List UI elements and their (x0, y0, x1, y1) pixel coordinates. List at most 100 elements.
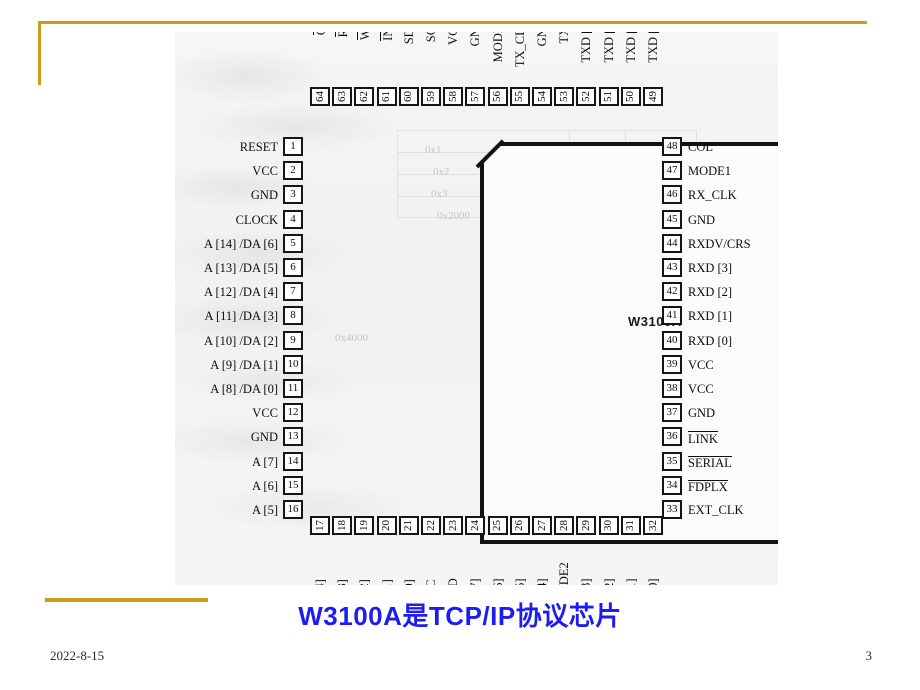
pin-box-9: 9 (283, 330, 303, 350)
pin-box-7: 7 (283, 282, 303, 302)
pin-label-18: A [3] (335, 539, 349, 585)
pin-label-13: GND (250, 430, 278, 445)
pin-box-12: 12 (283, 403, 303, 423)
pin-box-28: 28 (554, 516, 575, 535)
pin-label-22: VCC (424, 539, 438, 585)
pin-box-10: 10 (283, 354, 303, 374)
pin-label-28: MODE2 (556, 562, 571, 585)
pin-box-36: 36 (662, 427, 682, 447)
pin-box-4: 4 (283, 209, 303, 229)
pin-box-48: 48 (662, 137, 682, 156)
ghost-text: 0x1 (425, 144, 442, 156)
pin-label-56: MODE0 (490, 32, 505, 63)
pin-box-37: 37 (662, 403, 682, 423)
pin-label-57: GND (468, 32, 483, 47)
chip-package: W3100A (480, 142, 778, 544)
pin-box-8: 8 (283, 306, 303, 326)
footer-date: 2022-8-15 (50, 648, 105, 663)
pin-label-52: TXD [3] (579, 32, 594, 63)
pin-box-22: 22 (421, 516, 441, 535)
pin-label-10: A [9] /DA [1] (210, 357, 278, 372)
pin-label-54: GND (534, 32, 549, 47)
pin-label-33: EXT_CLK (688, 503, 744, 517)
pin-box-33: 33 (662, 500, 682, 519)
pin-label-21: A [0] (402, 539, 416, 585)
pin-label-64: CS (313, 32, 328, 94)
pin-label-58: VCC (445, 32, 460, 45)
footer-page-number: 3 (865, 648, 873, 663)
pin-label-41: RXD [1] (688, 309, 733, 324)
pin-label-11: A [8] /DA [0] (210, 382, 278, 396)
ghost-text: 0x4000 (335, 332, 368, 344)
pin-label-63: RD (335, 32, 350, 94)
pin-box-26: 26 (509, 516, 530, 535)
pin-label-40: RXD [0] (688, 333, 733, 348)
pin-label-16: A [5] (251, 503, 278, 517)
pin-label-59: SCL (424, 32, 438, 93)
accent-rule-top (38, 21, 867, 24)
pin-label-35: SERIAL (688, 455, 732, 471)
slide-canvas: W3100A 1 RESET 2 VCC 3 GND 4 CLOCK 5 A [14] /DA [… (0, 0, 920, 690)
pin-box-15: 15 (283, 475, 303, 495)
pin-label-42: RXD [2] (688, 285, 733, 300)
pin-box-42: 42 (662, 282, 682, 302)
pin-label-47: MODE1 (688, 164, 732, 179)
pin-label-20: A [1] (379, 539, 393, 585)
pin-box-34: 34 (662, 475, 682, 495)
pin-box-44: 44 (662, 233, 682, 253)
pin-box-18: 18 (332, 516, 353, 535)
pin-label-27: D [4] (535, 539, 549, 585)
ghost-text: 0x2 (433, 166, 450, 178)
pin-box-31: 31 (620, 516, 641, 535)
pin-label-34: FDPLX (688, 479, 728, 495)
pin-label-38: VCC (688, 382, 714, 396)
pin-label-12: VCC (252, 406, 278, 421)
pin-box-30: 30 (598, 516, 619, 535)
pin-label-51: TXD [2] (601, 32, 616, 63)
pin-label-24: D [7] (468, 539, 482, 585)
pin-box-25: 25 (487, 516, 508, 535)
chip-pin1-chamfer (477, 139, 507, 169)
ghost-text: 0x3 (431, 188, 448, 200)
pin-box-38: 38 (662, 379, 682, 398)
pin-label-23: GND (446, 539, 460, 585)
pin-label-17: A [4] (313, 539, 327, 585)
pin-label-31: D [1] (624, 539, 638, 585)
pin-box-46: 46 (662, 185, 682, 205)
pin-label-8: A [11] /DA [3] (204, 309, 279, 324)
pin-box-39: 39 (662, 354, 682, 374)
pin-box-35: 35 (662, 451, 682, 471)
pin-label-32: D [0] (646, 539, 660, 585)
pin-box-41: 41 (662, 306, 682, 326)
slide-caption: W3100A是TCP/IP协议芯片 (298, 601, 622, 631)
pin-label-44: RXDV/CRS (688, 236, 751, 251)
pin-label-61: INT (379, 32, 394, 94)
pin-label-60: SDA (402, 32, 416, 93)
pin-label-2: VCC (252, 164, 278, 179)
pin-label-36: LINK (688, 431, 718, 446)
pin-box-21: 21 (398, 516, 419, 535)
pin-box-3: 3 (283, 185, 303, 205)
pin-box-20: 20 (376, 516, 397, 535)
pin-label-25: D [6] (490, 539, 504, 585)
pin-box-32: 32 (643, 516, 663, 535)
pin-box-40: 40 (662, 330, 682, 350)
pin-label-19: A [2] (357, 539, 371, 585)
pin-label-43: RXD [3] (688, 261, 733, 275)
pin-label-55: TX_CLK (512, 32, 527, 68)
pin-label-15: A [6] (251, 478, 278, 493)
pin-box-45: 45 (662, 209, 682, 229)
pin-label-4: CLOCK (235, 212, 278, 227)
pin-label-3: GND (250, 188, 278, 203)
pin-box-27: 27 (532, 516, 552, 535)
pin-label-39: VCC (688, 357, 714, 372)
pin-label-6: A [13] /DA [5] (204, 261, 278, 275)
pin-label-62: WR (357, 32, 372, 94)
pin-label-1: RESET (239, 140, 278, 154)
pin-label-7: A [12] /DA [4] (204, 285, 278, 300)
pin-box-24: 24 (465, 516, 486, 535)
pin-box-16: 16 (283, 500, 303, 519)
pin-box-29: 29 (576, 516, 597, 535)
pin-box-13: 13 (283, 427, 303, 447)
pin-box-2: 2 (283, 161, 303, 181)
